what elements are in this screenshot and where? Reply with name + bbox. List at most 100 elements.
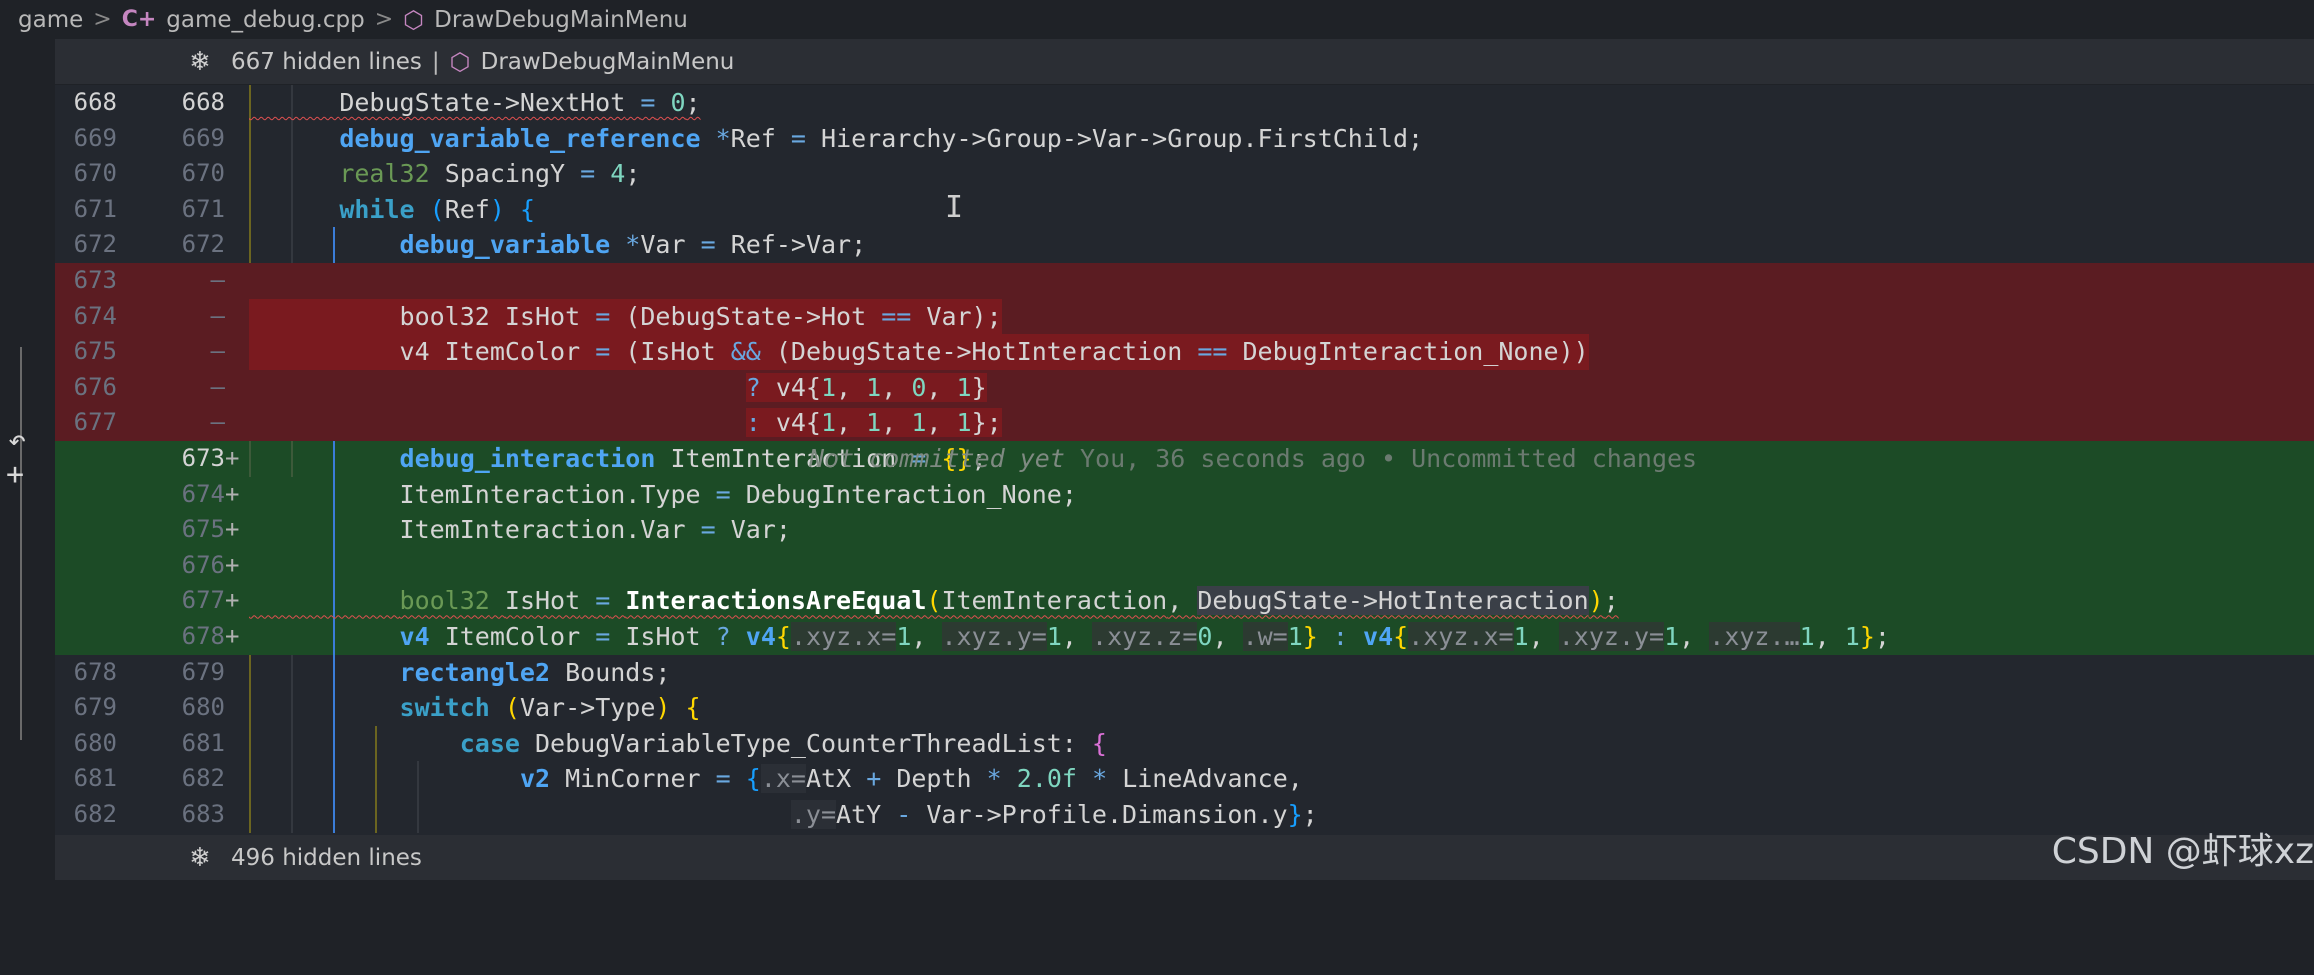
new-line-number: 674: [181, 479, 225, 508]
deleted-marker: —: [210, 266, 225, 294]
diff-gutter: ↶ +: [0, 85, 55, 835]
old-line-number: 668: [73, 88, 117, 116]
code-line[interactable]: 682 683 .y=AtY - Var->Profile.Dimansion.…: [55, 797, 2314, 833]
code-text: bool32 IsHot = InteractionsAreEqual(Item…: [399, 586, 1619, 616]
new-line-number: 677: [181, 586, 225, 615]
breadcrumb-symbol[interactable]: DrawDebugMainMenu: [434, 7, 688, 33]
new-line-number: 679: [181, 657, 225, 686]
hidden-lines-count: 667 hidden lines: [231, 48, 422, 75]
unfold-icon[interactable]: ❄: [165, 843, 235, 873]
code-area: rectangle2 Bounds;: [249, 654, 2314, 691]
old-line-number: 670: [73, 159, 117, 188]
code-text: : v4{1, 1, 1, 1};: [745, 408, 1002, 438]
breadcrumb-file[interactable]: game_debug.cpp: [166, 7, 364, 33]
new-line-number: 675: [181, 515, 225, 544]
text-cursor-icon: I: [945, 190, 964, 225]
cube-icon: ⬡: [403, 5, 425, 34]
code-text: real32 SpacingY = 4;: [339, 159, 641, 189]
code-area: switch (Var->Type) {: [249, 690, 2314, 726]
code-line[interactable]: 672 672 debug_variable *Var = Ref->Var;: [55, 227, 2314, 263]
code-area: case DebugVariableType_CounterThreadList…: [249, 725, 2314, 762]
deleted-marker: —: [210, 337, 225, 366]
added-line[interactable]: 677 + bool32 IsHot = InteractionsAreEqua…: [55, 583, 2314, 619]
watermark: CSDN @虾球xz: [2051, 831, 2314, 872]
blame-detail[interactable]: You, 36 seconds ago • Uncommitted change…: [1080, 441, 1697, 477]
code-text: ? v4{1, 1, 0, 1}: [745, 372, 987, 402]
old-line-number: 677: [73, 408, 117, 437]
code-area: ItemInteraction.Var = Var;: [249, 512, 2314, 548]
code-area: while (Ref) {: [249, 191, 2314, 228]
unfold-icon[interactable]: ❄: [165, 47, 235, 77]
breadcrumb: game > C+ game_debug.cpp > ⬡ DrawDebugMa…: [0, 0, 2314, 39]
new-line-number: 683: [181, 800, 225, 828]
old-line-number: 673: [73, 266, 117, 294]
code-text: ItemInteraction.Var = Var;: [399, 515, 791, 545]
added-line[interactable]: 676 +: [55, 547, 2314, 584]
old-line-number: 682: [73, 800, 117, 828]
deleted-marker: —: [210, 372, 225, 401]
added-line[interactable]: 675 + ItemInteraction.Var = Var;: [55, 512, 2314, 548]
code-area: debug_variable *Var = Ref->Var;: [249, 227, 2314, 263]
code-line[interactable]: 679 680 switch (Var->Type) {: [55, 690, 2314, 726]
added-marker: +: [225, 479, 240, 508]
cube-icon: ⬡: [449, 47, 471, 76]
new-line-number: 682: [181, 764, 225, 793]
old-line-number: 678: [73, 657, 117, 686]
added-marker: +: [225, 550, 240, 579]
code-text: while (Ref) {: [339, 194, 536, 224]
added-marker: +: [225, 622, 240, 650]
added-marker: +: [225, 586, 240, 615]
code-line[interactable]: 668 668 DebugState->NextHot = 0;: [55, 85, 2314, 121]
stage-plus-icon[interactable]: +: [6, 457, 24, 492]
chevron-right-icon: >: [93, 7, 112, 32]
code-area: debug_interaction ItemInteraction = {}; …: [249, 441, 2314, 477]
code-text: case DebugVariableType_CounterThreadList…: [459, 728, 1107, 758]
code-area: bool32 IsHot = (DebugState->Hot == Var);: [249, 298, 2314, 335]
code-area: [249, 547, 2314, 584]
old-line-number: 681: [73, 764, 117, 793]
code-line[interactable]: 681 682 v2 MinCorner = {.x=AtX + Depth *…: [55, 761, 2314, 797]
new-line-number: 672: [181, 230, 225, 259]
deleted-line[interactable]: 677 — : v4{1, 1, 1, 1};: [55, 405, 2314, 441]
new-line-number: 668: [181, 88, 225, 116]
code-line[interactable]: 669 669 debug_variable_reference *Ref = …: [55, 120, 2314, 157]
hidden-lines-bar-top[interactable]: ❄ 667 hidden lines | ⬡ DrawDebugMainMenu: [55, 39, 2314, 84]
code-text: .y=AtY - Var->Profile.Dimansion.y};: [790, 800, 1318, 829]
code-line[interactable]: 678 679 rectangle2 Bounds;: [55, 654, 2314, 691]
deleted-line[interactable]: 676 — ? v4{1, 1, 0, 1}: [55, 369, 2314, 406]
code-line[interactable]: 670 670 real32 SpacingY = 4;: [55, 156, 2314, 192]
change-range-bar: [20, 347, 22, 740]
revert-icon[interactable]: ↶: [8, 423, 26, 458]
code-text: v4 ItemColor = (IsHot && (DebugState->Ho…: [249, 334, 1589, 370]
added-line[interactable]: 674 + ItemInteraction.Type = DebugIntera…: [55, 476, 2314, 513]
code-text: v4 ItemColor = IsHot ? v4{.xyz.x=1, .xyz…: [399, 622, 1890, 651]
code-area: bool32 IsHot = InteractionsAreEqual(Item…: [249, 583, 2314, 619]
added-line[interactable]: 673 + debug_interaction ItemInteraction …: [55, 441, 2314, 477]
code-text: rectangle2 Bounds;: [399, 657, 671, 687]
code-line[interactable]: 680 681 case DebugVariableType_CounterTh…: [55, 725, 2314, 762]
code-area: .y=AtY - Var->Profile.Dimansion.y};: [249, 797, 2314, 833]
separator: |: [431, 48, 440, 75]
old-line-number: 669: [73, 123, 117, 152]
code-text: debug_variable *Var = Ref->Var;: [399, 230, 867, 260]
breadcrumb-root[interactable]: game: [18, 7, 83, 33]
code-line[interactable]: 671 671 while (Ref) {: [55, 191, 2314, 228]
hidden-lines-symbol: DrawDebugMainMenu: [480, 48, 735, 75]
diff-editor[interactable]: 668 668 DebugState->NextHot = 0; 669 669…: [55, 85, 2314, 835]
chevron-right-icon: >: [374, 7, 394, 32]
blame-status: Not committed yet: [809, 444, 1065, 473]
old-line-number: 675: [73, 337, 117, 366]
code-text: DebugState->NextHot = 0;: [339, 88, 701, 117]
hidden-lines-bar-bottom[interactable]: ❄ 496 hidden lines: [55, 835, 2314, 880]
code-area: : v4{1, 1, 1, 1};: [249, 405, 2314, 441]
code-area: debug_variable_reference *Ref = Hierarch…: [249, 120, 2314, 157]
deleted-line[interactable]: 675 — v4 ItemColor = (IsHot && (DebugSta…: [55, 334, 2314, 370]
hidden-lines-info: 496 hidden lines: [231, 845, 422, 871]
code-area: v2 MinCorner = {.x=AtX + Depth * 2.0f * …: [249, 761, 2314, 797]
added-line[interactable]: 678 + v4 ItemColor = IsHot ? v4{.xyz.x=1…: [55, 619, 2314, 655]
code-text: bool32 IsHot = (DebugState->Hot == Var);: [249, 298, 1002, 335]
added-marker: +: [225, 515, 240, 544]
deleted-line[interactable]: 673 —: [55, 263, 2314, 299]
deleted-line[interactable]: 674 — bool32 IsHot = (DebugState->Hot ==…: [55, 298, 2314, 335]
old-line-number: 676: [73, 372, 117, 401]
